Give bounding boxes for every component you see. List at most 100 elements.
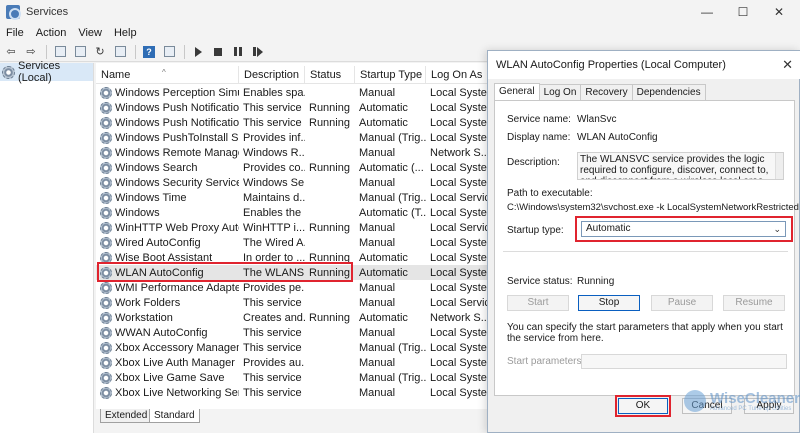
pause-service-icon[interactable] [229, 44, 247, 60]
table-row[interactable]: Xbox Live Networking Service This service… [96, 385, 488, 400]
service-name-cell: Windows Time [96, 191, 239, 204]
dialog-title: WLAN AutoConfig Properties (Local Comput… [496, 59, 726, 71]
gear-icon [100, 296, 112, 309]
service-startup-type: Manual (Trig... [359, 371, 426, 384]
properties-icon[interactable] [71, 44, 89, 60]
start-service-icon[interactable] [189, 44, 207, 60]
resume-button[interactable]: Resume [723, 295, 785, 311]
table-row[interactable]: Xbox Live Auth Manager Provides au... Manu… [96, 355, 488, 370]
table-row[interactable]: Xbox Live Game Save This service ... Manua… [96, 370, 488, 385]
service-name-cell: Windows Security Service [96, 176, 239, 189]
table-row[interactable]: Windows Push Notification... This service… [96, 100, 488, 115]
gear-icon [100, 221, 112, 234]
table-row[interactable]: Windows Security Service Windows Se... Man… [96, 175, 488, 190]
column-log-on-as[interactable]: Log On As [426, 66, 488, 83]
tab-general[interactable]: General [494, 83, 540, 100]
restart-service-icon[interactable] [249, 44, 267, 60]
service-description: Windows R... [243, 146, 305, 159]
stop-button[interactable]: Stop [578, 295, 640, 311]
table-row[interactable]: Windows Remote Manage... Windows R... Manu… [96, 145, 488, 160]
table-row[interactable]: Windows PushToInstall Serv... Provides in… [96, 130, 488, 145]
menu-help[interactable]: Help [114, 27, 137, 39]
forward-arrow-icon[interactable]: ⇨ [22, 44, 40, 60]
path-value: C:\Windows\system32\svchost.exe -k Local… [507, 202, 800, 213]
service-name: Windows Push Notification... [115, 116, 239, 129]
table-row[interactable]: Windows Enables the ... Automatic (T... Loc… [96, 205, 488, 220]
service-log-on-as: Local Syste... [430, 356, 488, 369]
service-name: Windows PushToInstall Serv... [115, 131, 239, 144]
console-tree: Services (Local) [0, 60, 94, 433]
service-name: Xbox Live Networking Service [115, 386, 239, 399]
menu-file[interactable]: File [6, 27, 24, 39]
menu-view[interactable]: View [78, 27, 102, 39]
description-text: The WLANSVC service provides the logic r… [580, 154, 769, 179]
table-row[interactable]: WWAN AutoConfig This service ... Manual Loc… [96, 325, 488, 340]
dialog-close-icon[interactable]: ✕ [782, 57, 793, 73]
title-bar: Services [0, 0, 800, 24]
start-button[interactable]: Start [507, 295, 569, 311]
service-startup-type: Automatic [359, 101, 408, 114]
gear-icon [100, 356, 112, 369]
start-params-input[interactable] [581, 354, 787, 369]
table-row[interactable]: Windows Perception Simul... Enables spa..… [96, 85, 488, 100]
service-startup-type: Automatic (T... [359, 206, 426, 219]
menu-action[interactable]: Action [36, 27, 67, 39]
service-name-cell: Xbox Live Game Save [96, 371, 239, 384]
service-startup-type: Manual [359, 146, 396, 159]
table-row[interactable]: Windows Search Provides co... Running Autom… [96, 160, 488, 175]
column-status[interactable]: Status [305, 66, 355, 83]
service-startup-type: Manual [359, 221, 396, 234]
table-row[interactable]: Workstation Creates and... Running Automati… [96, 310, 488, 325]
tab-dependencies[interactable]: Dependencies [631, 84, 706, 100]
table-row[interactable]: Windows Push Notification... This service… [96, 115, 488, 130]
tree-item-services-local[interactable]: Services (Local) [0, 60, 93, 84]
service-description: This service ... [243, 296, 305, 309]
help-icon[interactable]: ? [140, 44, 158, 60]
table-row[interactable]: Wired AutoConfig The Wired A... Manual Loca… [96, 235, 488, 250]
tab-extended[interactable]: Extended [100, 409, 153, 423]
start-params-hint: You can specify the start parameters tha… [507, 322, 783, 344]
service-description: This service ... [243, 116, 305, 129]
table-row[interactable]: Xbox Accessory Manageme... This service .… [96, 340, 488, 355]
service-name: Wired AutoConfig [115, 236, 201, 249]
column-name[interactable]: Name ^ [96, 66, 239, 83]
service-name: Windows Push Notification... [115, 101, 239, 114]
show-hide-icon[interactable] [160, 44, 178, 60]
export-list-icon[interactable] [111, 44, 129, 60]
column-description[interactable]: Description [239, 66, 305, 83]
service-startup-type: Manual (Trig... [359, 191, 426, 204]
service-log-on-as: Local Syste... [430, 281, 488, 294]
tab-standard[interactable]: Standard [149, 409, 200, 423]
startup-type-highlight [575, 216, 793, 242]
minimize-button[interactable]: — [690, 0, 724, 24]
description-box[interactable]: The WLANSVC service provides the logic r… [577, 152, 784, 180]
service-name: WinHTTP Web Proxy Auto-... [115, 221, 239, 234]
close-button[interactable]: ✕ [762, 0, 796, 24]
service-log-on-as: Local Syste... [430, 101, 488, 114]
pause-button[interactable]: Pause [651, 295, 713, 311]
gear-icon [100, 176, 112, 189]
console-tree-icon[interactable] [51, 44, 69, 60]
service-name-cell: Work Folders [96, 296, 239, 309]
back-arrow-icon[interactable]: ⇦ [2, 44, 20, 60]
table-row[interactable]: WMI Performance Adapter Provides pe... Man… [96, 280, 488, 295]
description-scrollbar[interactable] [775, 153, 783, 179]
service-name: Windows Perception Simul... [115, 86, 239, 99]
stop-service-icon[interactable] [209, 44, 227, 60]
table-row[interactable]: Work Folders This service ... Manual Local … [96, 295, 488, 310]
service-name: Windows Security Service [115, 176, 239, 189]
service-name-cell: Xbox Accessory Manageme... [96, 341, 239, 354]
service-log-on-as: Network S... [430, 146, 488, 159]
service-log-on-as: Local Syste... [430, 131, 488, 144]
service-log-on-as: Local Syste... [430, 236, 488, 249]
refresh-icon[interactable]: ↻ [91, 44, 109, 60]
table-row[interactable]: Windows Time Maintains d... Manual (Trig..… [96, 190, 488, 205]
tab-log-on[interactable]: Log On [538, 84, 582, 100]
tab-recovery[interactable]: Recovery [580, 84, 633, 100]
table-row[interactable]: WinHTTP Web Proxy Auto-... WinHTTP i... Ru… [96, 220, 488, 235]
path-label: Path to executable: [507, 188, 593, 199]
service-startup-type: Manual [359, 236, 396, 249]
maximize-button[interactable]: ☐ [726, 0, 760, 24]
column-startup-type[interactable]: Startup Type [355, 66, 426, 83]
service-name: Xbox Live Game Save [115, 371, 225, 384]
